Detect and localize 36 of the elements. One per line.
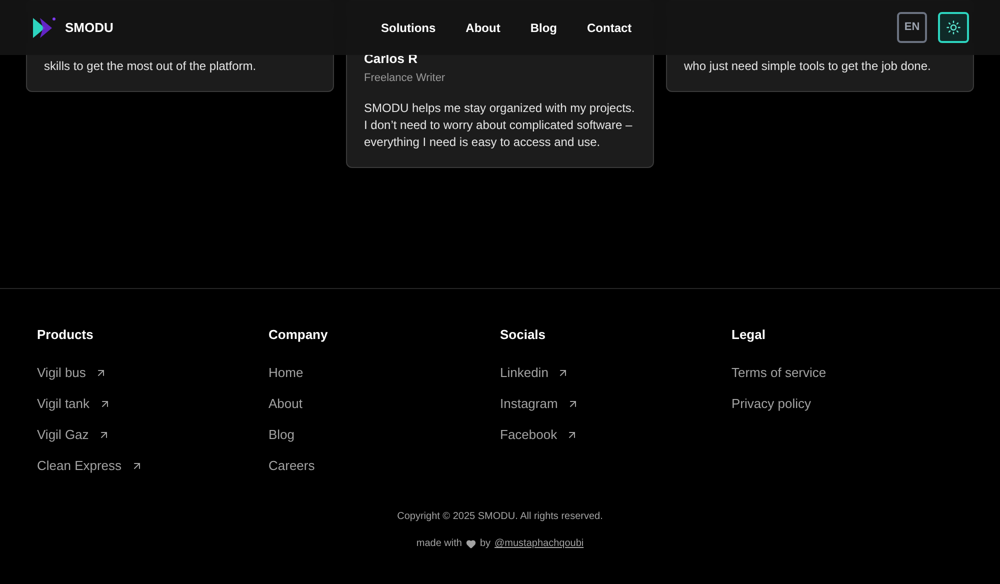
footer-link[interactable]: Home xyxy=(268,364,304,382)
heart-icon xyxy=(466,538,476,548)
author-link[interactable]: @mustaphachqoubi xyxy=(494,536,584,551)
nav-link[interactable]: Contact xyxy=(587,18,632,36)
brand-name: SMODU xyxy=(65,18,114,37)
language-button[interactable]: EN xyxy=(897,12,927,43)
footer-link[interactable]: Facebook xyxy=(500,426,578,444)
footer-link[interactable]: Blog xyxy=(268,426,295,444)
nav-link[interactable]: Solutions xyxy=(381,18,436,36)
footer-link[interactable]: Linkedin xyxy=(500,364,570,382)
footer-link[interactable]: Terms of service xyxy=(732,364,826,382)
footer-heading: Socials xyxy=(500,326,547,344)
testimonial-text: SMODU helps me stay organized with my projects. I don’t need to worry about complicated software – everything I need is easy to access and use. xyxy=(364,100,636,151)
testimonial-text: skills to get the most out of the platform. xyxy=(44,58,258,75)
footer-heading: Legal xyxy=(732,326,766,344)
theme-toggle[interactable] xyxy=(938,12,969,43)
reviewer-role: Freelance Writer xyxy=(364,70,446,86)
logo-icon xyxy=(31,16,57,40)
sun-icon xyxy=(946,20,961,35)
nav-link[interactable]: Blog xyxy=(530,18,557,36)
footer-link[interactable]: Careers xyxy=(268,456,315,474)
footer-link[interactable]: Privacy policy xyxy=(732,394,811,412)
footer-link[interactable]: About xyxy=(268,394,302,412)
testimonial-text: who just need simple tools to get the job done. xyxy=(684,58,932,75)
copyright-text: Copyright © 2025 SMODU. All rights reserved. xyxy=(397,510,603,524)
footer-heading: Company xyxy=(268,326,329,344)
made-with-text: made with xyxy=(416,537,462,551)
footer-link[interactable]: Vigil Gaz xyxy=(37,426,110,444)
footer-link[interactable]: Clean Express xyxy=(37,456,143,474)
by-text: by xyxy=(480,537,491,551)
footer-link[interactable]: Vigil tank xyxy=(37,394,111,412)
nav-link[interactable]: About xyxy=(466,18,500,36)
footer-link[interactable]: Vigil bus xyxy=(37,364,107,382)
footer-heading: Products xyxy=(37,326,94,344)
reviewer-name: Carlos R xyxy=(364,50,418,66)
footer-link[interactable]: Instagram xyxy=(500,394,579,412)
